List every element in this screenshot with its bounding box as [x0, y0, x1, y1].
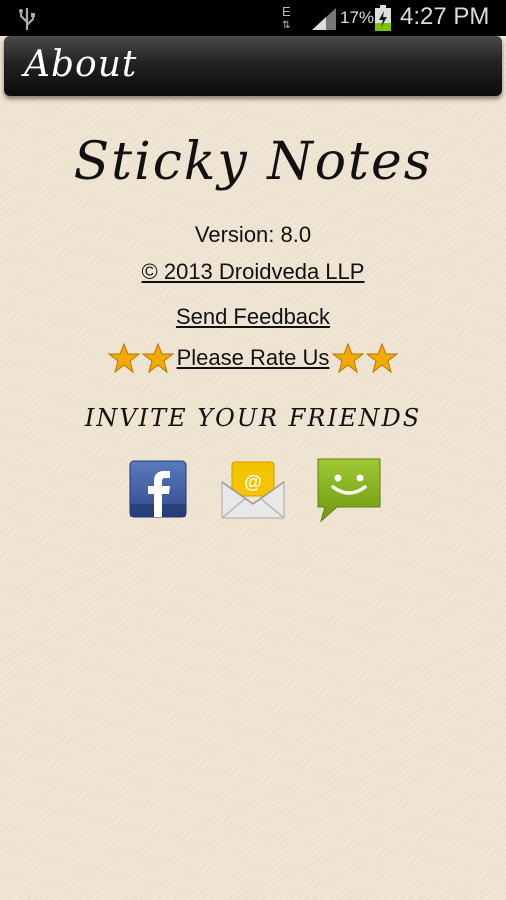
star-icon [141, 342, 174, 374]
svg-text:@: @ [244, 472, 262, 492]
app-name-heading: Sticky Notes [73, 132, 433, 192]
rate-us-link[interactable]: Please Rate Us [177, 345, 330, 371]
copyright-row: © 2013 Droidveda LLP [0, 259, 506, 285]
signal-strength-icon [312, 8, 336, 30]
send-feedback-link[interactable]: Send Feedback [176, 304, 330, 329]
page-title: About [24, 44, 138, 85]
status-bar: E ⇅ 17% 4:27 PM [0, 0, 506, 36]
messaging-icon[interactable] [315, 457, 383, 523]
version-label: Version: 8.0 [194, 222, 312, 247]
network-type-indicator: E ⇅ [282, 4, 291, 31]
star-icon [332, 342, 365, 374]
battery-percentage: 17% [340, 8, 375, 27]
battery-charging-icon [375, 5, 391, 31]
rate-row: Please Rate Us [0, 342, 506, 374]
star-icon [107, 342, 140, 374]
feedback-row: Send Feedback [0, 304, 506, 330]
copyright-link[interactable]: © 2013 Droidveda LLP [142, 259, 365, 284]
star-icon [366, 342, 399, 374]
action-bar: About [4, 36, 502, 96]
invite-friends-heading: INVITE YOUR FRIENDS [84, 404, 422, 432]
usb-icon [19, 8, 35, 30]
status-clock: 4:27 PM [400, 3, 490, 30]
email-icon[interactable]: @ [220, 460, 286, 520]
facebook-icon[interactable] [129, 460, 187, 518]
